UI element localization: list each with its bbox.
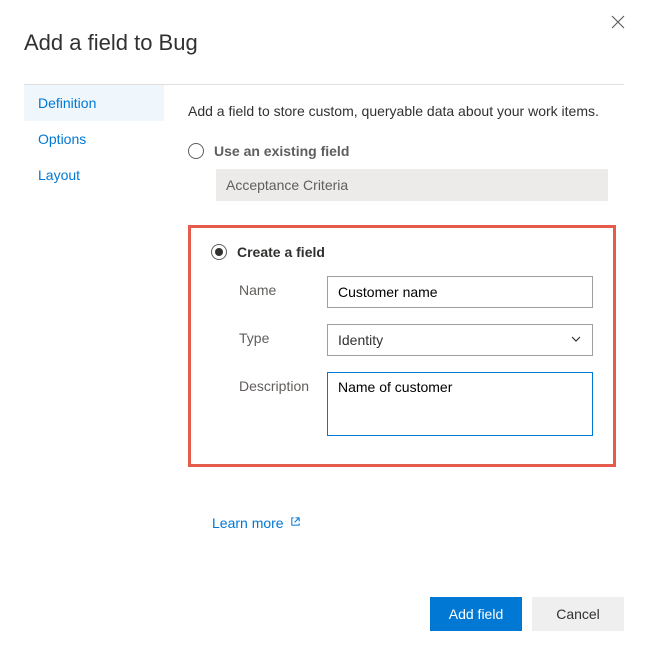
option-create-label: Create a field bbox=[237, 244, 325, 260]
name-label: Name bbox=[239, 276, 327, 298]
option-existing-label: Use an existing field bbox=[214, 143, 349, 159]
learn-more-link[interactable]: Learn more bbox=[212, 515, 301, 531]
add-field-button[interactable]: Add field bbox=[430, 597, 522, 631]
create-field-section: Create a field Name Type Identity bbox=[188, 225, 616, 467]
sidebar-item-definition[interactable]: Definition bbox=[24, 85, 164, 121]
type-value: Identity bbox=[338, 332, 383, 348]
cancel-button[interactable]: Cancel bbox=[532, 597, 624, 631]
sidebar-item-layout[interactable]: Layout bbox=[24, 157, 164, 193]
radio-create[interactable] bbox=[211, 244, 227, 260]
chevron-down-icon bbox=[570, 333, 582, 348]
radio-existing[interactable] bbox=[188, 143, 204, 159]
type-select[interactable]: Identity bbox=[327, 324, 593, 356]
external-link-icon bbox=[290, 516, 301, 530]
description-label: Description bbox=[239, 372, 327, 394]
dialog-footer: Add field Cancel bbox=[430, 597, 624, 631]
sidebar-item-options[interactable]: Options bbox=[24, 121, 164, 157]
add-field-dialog: Add a field to Bug Definition Options La… bbox=[0, 0, 648, 655]
option-create[interactable]: Create a field bbox=[211, 244, 593, 260]
type-label: Type bbox=[239, 324, 327, 346]
main-panel: Add a field to store custom, queryable d… bbox=[164, 85, 624, 531]
close-button[interactable] bbox=[606, 12, 630, 36]
description-input[interactable] bbox=[327, 372, 593, 436]
learn-more-label: Learn more bbox=[212, 515, 284, 531]
sidebar: Definition Options Layout bbox=[24, 85, 164, 193]
existing-field-value: Acceptance Criteria bbox=[226, 177, 348, 193]
dialog-title: Add a field to Bug bbox=[24, 30, 624, 56]
option-existing[interactable]: Use an existing field bbox=[188, 143, 624, 159]
intro-text: Add a field to store custom, queryable d… bbox=[188, 103, 624, 119]
close-icon bbox=[611, 15, 625, 34]
existing-field-select[interactable]: Acceptance Criteria bbox=[216, 169, 608, 201]
name-input[interactable] bbox=[327, 276, 593, 308]
